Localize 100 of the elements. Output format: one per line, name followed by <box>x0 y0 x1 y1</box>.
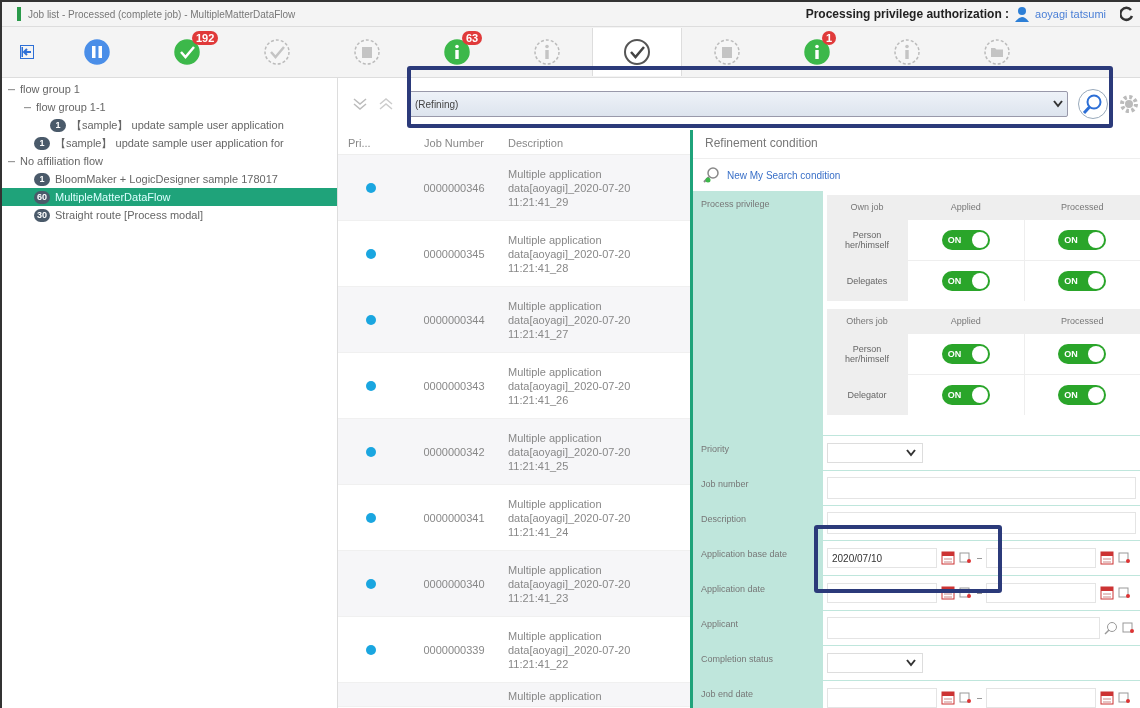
date-field[interactable] <box>827 583 937 603</box>
tree-item[interactable]: 1 【sample】 update sample user application for <box>2 134 337 152</box>
tree-group[interactable]: No affiliation flow <box>2 152 337 170</box>
tree-label: 【sample】 update sample user application for <box>55 135 284 151</box>
refresh-icon <box>1120 6 1134 22</box>
table-row[interactable]: Multiple application <box>338 683 690 707</box>
table-cell: 0000000339 <box>423 643 485 656</box>
date-field[interactable] <box>986 688 1096 708</box>
table-cell: 0000000340 <box>423 577 485 590</box>
table-cell: 0000000343 <box>423 379 485 392</box>
input-field[interactable] <box>827 477 1136 499</box>
clear-icon <box>959 692 973 704</box>
table-cell-text: Multiple application <box>508 689 603 703</box>
date-field[interactable] <box>986 548 1096 568</box>
table-cell: 0000000345 <box>423 247 485 260</box>
calendar-icon <box>941 551 955 565</box>
table-row[interactable]: 0000000346 Multiple application data[aoyagi]_2020-07-20 11:21:41_29 <box>338 155 690 221</box>
panel-title: Refinement condition <box>693 130 1140 159</box>
table-row[interactable]: 0000000342 Multiple application data[aoyagi]_2020-07-20 11:21:41_25 <box>338 419 690 485</box>
tree-group[interactable]: flow group 1 <box>2 80 337 98</box>
tree-item[interactable]: 1 【sample】 update sample user application <box>2 116 337 134</box>
table-cell-text: Multiple application data[aoyagi]_2020-07-20 11:21:41_26 <box>508 364 632 407</box>
table-cell-text: Multiple application data[aoyagi]_2020-07-20 11:21:41_24 <box>508 496 632 539</box>
calendar-icon <box>1100 551 1114 565</box>
arrow-into-bar-icon <box>20 45 34 59</box>
table-cell: 0000000344 <box>423 313 485 326</box>
toolbar-tab[interactable] <box>592 28 682 76</box>
tree-label: 【sample】 update sample user application <box>71 117 284 133</box>
toolbar-tab[interactable]: 192 <box>142 28 232 76</box>
count-badge: 1 <box>34 172 50 186</box>
info-icon <box>533 38 561 66</box>
toggle-switch[interactable]: ON <box>1058 385 1107 405</box>
column-header[interactable]: Description <box>508 137 690 149</box>
toggle-switch[interactable]: ON <box>1058 271 1107 291</box>
count-badge: 30 <box>34 208 50 222</box>
tree-label: flow group 1-1 <box>36 101 106 113</box>
clear-icon <box>959 587 973 599</box>
tree-label: BloomMaker + LogicDesigner sample 178017 <box>55 173 278 185</box>
table-cell: 0000000342 <box>423 445 485 458</box>
bin-icon <box>353 38 381 66</box>
toggle-switch[interactable]: ON <box>941 344 990 364</box>
flag-icon <box>16 7 22 21</box>
table-cell-text: Multiple application data[aoyagi]_2020-07-20 11:21:41_23 <box>508 562 632 605</box>
tree-item[interactable]: 1 BloomMaker + LogicDesigner sample 178017 <box>2 170 337 188</box>
clear-icon <box>1118 587 1132 599</box>
toggle-switch[interactable]: ON <box>1058 230 1107 250</box>
search-icon <box>1104 621 1118 635</box>
count-badge: 1 <box>34 136 50 150</box>
caret-icon <box>1053 100 1063 108</box>
search-icon <box>1082 93 1104 115</box>
column-header[interactable]: Pri... <box>338 137 400 149</box>
folder-icon <box>983 38 1011 66</box>
tree-item[interactable]: 30 Straight route [Process modal] <box>2 206 337 224</box>
calendar-icon <box>941 691 955 705</box>
field-label: Priority <box>701 444 729 454</box>
tree-group[interactable]: flow group 1-1 <box>2 98 337 116</box>
input-field[interactable] <box>827 617 1100 639</box>
toolbar-tab[interactable]: 63 <box>412 28 502 76</box>
tree-label: MultipleMatterDataFlow <box>55 191 171 203</box>
user-icon <box>1015 6 1030 22</box>
date-field[interactable]: 2020/07/10 <box>827 548 937 568</box>
pause-icon <box>83 38 111 66</box>
table-row[interactable]: 0000000344 Multiple application data[aoyagi]_2020-07-20 11:21:41_27 <box>338 287 690 353</box>
tree-item[interactable]: 60 MultipleMatterDataFlow <box>2 188 337 206</box>
toggle-switch[interactable]: ON <box>941 385 990 405</box>
count-badge: 192 <box>192 31 219 45</box>
filter-dropdown[interactable]: (Refining) <box>408 91 1068 117</box>
date-field[interactable] <box>827 688 937 708</box>
check-icon <box>263 38 291 66</box>
tree-label: No affiliation flow <box>20 155 103 167</box>
caret-icon <box>906 659 916 667</box>
clear-icon <box>1122 622 1136 634</box>
toggle-switch[interactable]: ON <box>941 230 990 250</box>
new-search-link[interactable]: New My Search condition <box>727 169 841 181</box>
field-label: Job number <box>701 479 749 489</box>
settings-icon <box>1118 93 1140 115</box>
select-field[interactable] <box>827 653 923 673</box>
info-icon <box>893 38 921 66</box>
table-row[interactable]: 0000000340 Multiple application data[aoyagi]_2020-07-20 11:21:41_23 <box>338 551 690 617</box>
field-label: Process privilege <box>701 199 770 209</box>
column-header[interactable]: Job Number <box>400 137 508 149</box>
field-label: Description <box>701 514 747 524</box>
calendar-icon <box>1100 586 1114 600</box>
check-icon <box>623 38 651 66</box>
count-badge: 63 <box>462 31 483 45</box>
tree-label: flow group 1 <box>20 83 80 95</box>
toolbar-tab[interactable]: 1 <box>772 28 862 76</box>
window-title: Job list - Processed (complete job) - MultipleMatterDataFlow <box>28 8 296 20</box>
toggle-switch[interactable]: ON <box>941 271 990 291</box>
date-field[interactable] <box>986 583 1096 603</box>
tree-label: Straight route [Process modal] <box>55 209 203 221</box>
double-chevron-down-icon <box>352 97 368 111</box>
field-label: Job end date <box>701 689 754 699</box>
toggle-switch[interactable]: ON <box>1058 344 1107 364</box>
field-label: Completion status <box>701 654 774 664</box>
select-field[interactable] <box>827 443 923 463</box>
table-cell: 0000000346 <box>423 181 485 194</box>
user-link[interactable]: aoyagi tatsumi <box>1035 8 1106 20</box>
input-field[interactable] <box>827 512 1136 534</box>
search-button[interactable] <box>1078 89 1108 119</box>
